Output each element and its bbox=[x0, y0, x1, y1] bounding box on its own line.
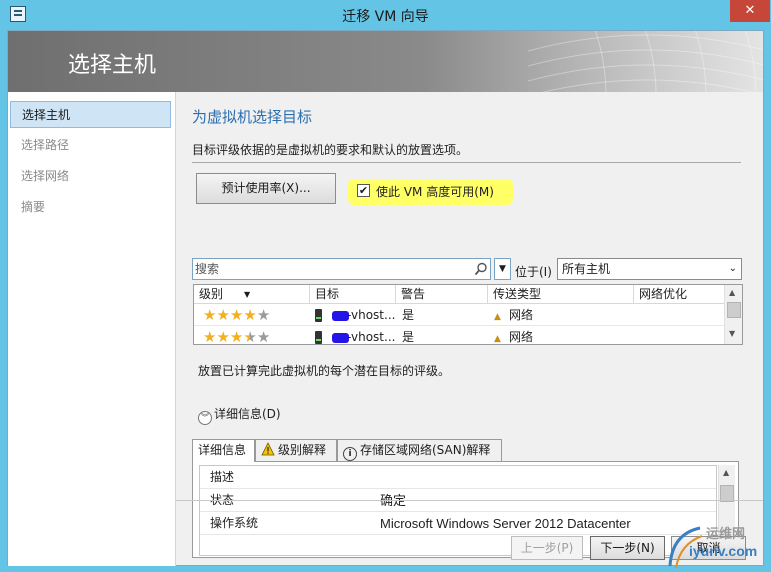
location-select[interactable]: 所有主机 ⌄ bbox=[557, 258, 742, 280]
star-icon: ★ bbox=[229, 306, 244, 324]
target-cell: -vhost... bbox=[347, 308, 396, 322]
star-icon: ★ bbox=[203, 306, 217, 324]
server-icon bbox=[315, 331, 322, 344]
list-item: 描述 bbox=[200, 466, 716, 489]
search-dropdown-button[interactable]: ▼ bbox=[494, 258, 511, 280]
grid-header: 级别 ▼ 目标 警告 传送类型 网络优化 bbox=[194, 285, 724, 304]
target-cell: -vhost... bbox=[347, 330, 396, 344]
star-icon: ★ bbox=[203, 328, 217, 345]
transfer-type-cell: 网络 bbox=[509, 308, 534, 322]
info-icon: i bbox=[343, 447, 357, 461]
column-header-rating[interactable]: 级别 ▼ bbox=[194, 285, 310, 304]
details-expander[interactable]: ︾ 详细信息(D) bbox=[198, 405, 281, 425]
header-banner: 选择主机 bbox=[8, 31, 763, 92]
high-availability-label[interactable]: 使此 VM 高度可用(M) bbox=[376, 183, 494, 200]
warning-icon: ▲ bbox=[494, 334, 501, 344]
star-empty-icon: ★ bbox=[256, 306, 271, 324]
footer-divider bbox=[176, 500, 763, 501]
transfer-type-cell: 网络 bbox=[509, 330, 534, 344]
warning-icon: ▲ bbox=[494, 312, 501, 322]
column-header-network-optimization[interactable]: 网络优化 bbox=[634, 285, 724, 304]
location-label: 位于(I) bbox=[515, 265, 552, 279]
close-button[interactable]: ✕ bbox=[730, 0, 770, 22]
list-item: 操作系统 Microsoft Windows Server 2012 Datac… bbox=[200, 512, 716, 535]
page-title: 选择主机 bbox=[68, 53, 157, 78]
star-empty-icon: ★ bbox=[256, 328, 271, 345]
tab-label: 存储区域网络(SAN)解释 bbox=[360, 443, 491, 457]
tab-rating-explanation[interactable]: 级别解释 bbox=[255, 439, 337, 461]
watermark-url: iyunv.com bbox=[689, 543, 758, 559]
placement-status-text: 放置已计算完此虚拟机的每个潜在目标的评级。 bbox=[198, 364, 451, 378]
table-row[interactable]: ★★★★★ -vhost... 是 ▲ 网络 bbox=[194, 305, 724, 326]
sort-arrow-icon: ▼ bbox=[244, 290, 251, 299]
wizard-client-area: 选择主机 选择主机 选择路径 选择网络 摘要 为虚拟机选择目标 目标评级依据的是… bbox=[7, 30, 764, 566]
grid-scrollbar[interactable]: ▲ ▼ bbox=[724, 285, 742, 344]
search-icon[interactable] bbox=[474, 262, 488, 276]
scroll-down-icon[interactable]: ▼ bbox=[729, 329, 735, 338]
warning-cell: 是 bbox=[402, 308, 415, 322]
search-input[interactable] bbox=[195, 260, 465, 278]
star-icon: ★ bbox=[216, 306, 230, 324]
divider bbox=[192, 162, 741, 163]
chevron-down-icon: ⌄ bbox=[728, 263, 737, 274]
nav-item-select-host[interactable]: 选择主机 bbox=[10, 101, 171, 128]
content-pane: 为虚拟机选择目标 目标评级依据的是虚拟机的要求和默认的放置选项。 预计使用率(X… bbox=[187, 92, 752, 558]
window-title: 迁移 VM 向导 bbox=[342, 9, 429, 25]
star-rating: ★★★★★ bbox=[203, 305, 270, 326]
expand-chevrons-icon: ︾ bbox=[198, 411, 212, 425]
next-button[interactable]: 下一步(N) bbox=[590, 536, 665, 560]
nav-item-select-path[interactable]: 选择路径 bbox=[10, 132, 171, 159]
high-availability-checkbox[interactable]: ✔ bbox=[357, 184, 370, 197]
column-header-warning[interactable]: 警告 bbox=[396, 285, 488, 304]
column-header-label: 级别 bbox=[199, 287, 224, 301]
section-description: 目标评级依据的是虚拟机的要求和默认的放置选项。 bbox=[192, 143, 469, 157]
server-icon bbox=[315, 309, 322, 322]
property-value: Microsoft Windows Server 2012 Datacenter bbox=[380, 516, 631, 531]
location-select-value: 所有主机 bbox=[562, 262, 611, 276]
warning-icon bbox=[261, 442, 275, 456]
column-header-target[interactable]: 目标 bbox=[310, 285, 396, 304]
nav-item-summary[interactable]: 摘要 bbox=[10, 194, 171, 221]
star-icon: ★ bbox=[243, 306, 257, 324]
target-hosts-grid: 级别 ▼ 目标 警告 传送类型 网络优化 ★★★★★ -vhost... 是 ▲… bbox=[193, 284, 743, 345]
banner-mesh-graphic bbox=[528, 31, 763, 92]
table-row[interactable]: ★★★★★ -vhost... 是 ▲ 网络 bbox=[194, 327, 724, 345]
star-icon: ★ bbox=[229, 328, 244, 345]
expected-usage-button[interactable]: 预计使用率(X)... bbox=[196, 173, 336, 204]
scroll-thumb[interactable] bbox=[727, 302, 741, 318]
section-heading: 为虚拟机选择目标 bbox=[192, 108, 313, 126]
nav-item-select-network[interactable]: 选择网络 bbox=[10, 163, 171, 190]
tab-details[interactable]: 详细信息 bbox=[192, 439, 255, 462]
watermark-text: 运维网 bbox=[706, 527, 746, 542]
wizard-window: 迁移 VM 向导 ✕ 选择主机 选择主机 选择路径 选择网络 摘要 为虚拟机选择… bbox=[0, 0, 771, 572]
wizard-nav: 选择主机 选择路径 选择网络 摘要 bbox=[8, 92, 176, 566]
warning-cell: 是 bbox=[402, 330, 415, 344]
property-key: 描述 bbox=[210, 470, 235, 484]
details-expander-label: 详细信息(D) bbox=[214, 407, 281, 421]
tab-label: 级别解释 bbox=[278, 443, 327, 457]
star-rating: ★★★★★ bbox=[203, 327, 271, 345]
previous-button[interactable]: 上一步(P) bbox=[511, 536, 583, 560]
property-key: 操作系统 bbox=[210, 516, 259, 530]
watermark-logo: 运维网 iyunv.com bbox=[666, 522, 770, 572]
column-header-transfer-type[interactable]: 传送类型 bbox=[488, 285, 634, 304]
scroll-up-icon[interactable]: ▲ bbox=[729, 288, 735, 297]
tab-san-explanation[interactable]: i 存储区域网络(SAN)解释 bbox=[337, 439, 502, 461]
star-icon: ★ bbox=[216, 328, 230, 345]
title-bar[interactable]: 迁移 VM 向导 ✕ bbox=[0, 0, 771, 30]
search-box bbox=[192, 258, 491, 280]
scroll-up-icon[interactable]: ▲ bbox=[723, 468, 729, 477]
star-half-icon: ★ bbox=[243, 328, 257, 345]
